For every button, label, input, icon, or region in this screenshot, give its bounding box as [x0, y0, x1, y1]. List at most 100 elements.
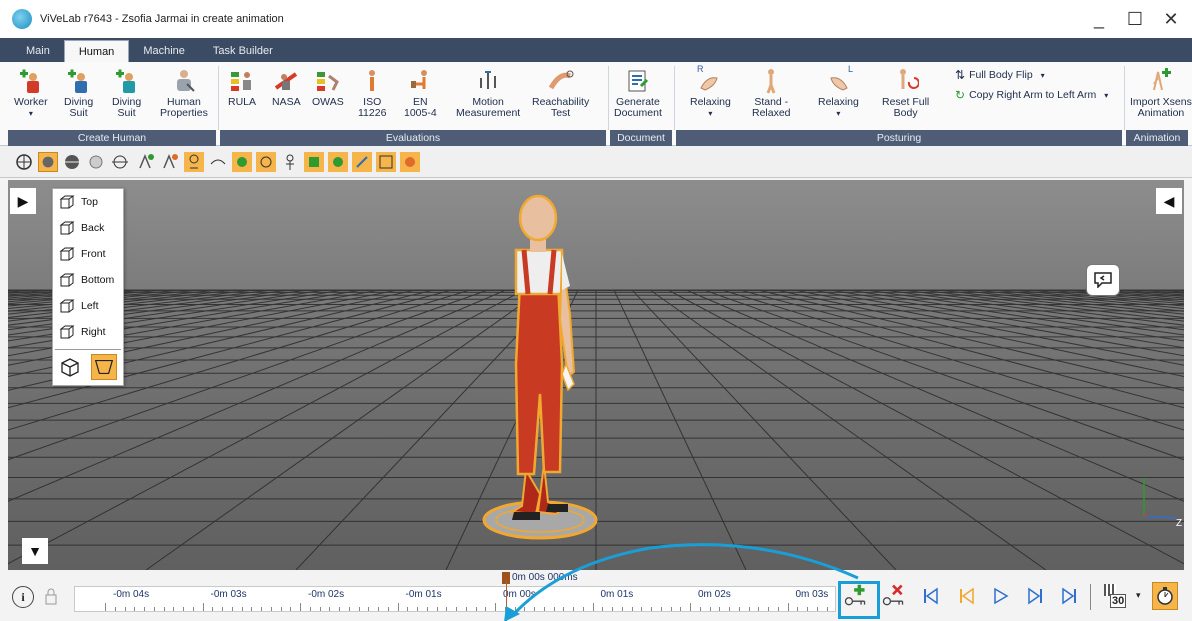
iso-button[interactable]: ISO 11226	[358, 68, 386, 119]
previous-key-button[interactable]	[954, 582, 980, 610]
perspective-cube-icon[interactable]	[59, 356, 81, 378]
ik-arm-icon[interactable]	[232, 152, 252, 172]
shaded-sphere-icon[interactable]	[38, 152, 58, 172]
ik-hands-icon[interactable]	[208, 152, 228, 172]
crosshair-icon[interactable]	[14, 152, 34, 172]
tick-minor	[446, 607, 448, 611]
stand-relaxed-button[interactable]: Stand - Relaxed	[752, 68, 791, 119]
human-properties-label: Human Properties	[160, 96, 208, 119]
stand-relaxed-label: Stand - Relaxed	[752, 96, 791, 119]
worker-button[interactable]: Worker ▾	[14, 68, 48, 119]
rula-label: RULA	[228, 96, 257, 108]
tick-minor	[251, 607, 253, 611]
relaxing-right-label: Relaxing	[690, 96, 731, 108]
relaxing-right-button[interactable]: Relaxing ▾	[690, 68, 731, 119]
go-to-end-button[interactable]	[1056, 582, 1082, 610]
minimize-button[interactable]: _	[1086, 6, 1112, 32]
expand-right-panel-button[interactable]: ◀	[1156, 188, 1182, 214]
tick-minor	[768, 607, 769, 611]
nasa-button[interactable]: NASA	[272, 68, 301, 108]
view-back-item[interactable]: Back	[53, 215, 123, 241]
delete-keyframe-button[interactable]	[880, 582, 906, 610]
rula-button[interactable]: RULA	[228, 68, 256, 108]
tick-minor	[436, 607, 438, 611]
next-key-button[interactable]	[1022, 582, 1048, 610]
wireframe-sphere-icon[interactable]	[62, 152, 82, 172]
axis-sphere-icon[interactable]	[110, 152, 130, 172]
tick-label: 0m 00s	[503, 589, 536, 600]
select-body-icon[interactable]	[136, 152, 156, 172]
diving-suit-2-button[interactable]: Diving Suit	[112, 68, 141, 119]
copy-arm-command[interactable]: ↻ Copy Right Arm to Left Arm ▾	[955, 88, 1108, 102]
maximize-button[interactable]: ☐	[1122, 6, 1148, 32]
fps-dropdown-arrow[interactable]: ▾	[1136, 590, 1141, 601]
human-model[interactable]	[478, 194, 608, 544]
3d-viewport[interactable]: ▶ ◀ ▼ Top Back Front Bottom Left Right Z	[8, 180, 1184, 570]
tick-minor	[621, 607, 623, 611]
tick-minor	[387, 607, 389, 611]
view-front-item[interactable]: Front	[53, 241, 123, 267]
worker-label: Worker	[14, 96, 48, 108]
tab-human[interactable]: Human	[63, 40, 130, 62]
tick-minor	[631, 607, 633, 611]
owas-button[interactable]: OWAS	[312, 68, 344, 108]
tick-minor	[231, 607, 233, 611]
ik-right-icon[interactable]	[328, 152, 348, 172]
tick-minor	[183, 607, 184, 611]
import-xsens-button[interactable]: Import Xsens Animation	[1130, 68, 1192, 119]
relaxing-left-button[interactable]: Relaxing ▾	[818, 68, 859, 119]
en-button[interactable]: EN 1005-4	[404, 68, 437, 119]
info-icon[interactable]: i	[12, 586, 34, 608]
tick-label: -0m 03s	[210, 589, 247, 600]
timeline-bar: i -0m 04s -0m 03s -0m 02s -0m 01s 0m 00s 0m 0…	[0, 572, 1192, 621]
motion-measurement-button[interactable]: Motion Measurement	[456, 68, 520, 119]
cube-back-icon	[59, 221, 75, 235]
ik-feet-icon[interactable]	[352, 152, 372, 172]
timeline-ruler[interactable]: -0m 04s -0m 03s -0m 02s -0m 01s 0m 00s 0m 01s…	[74, 586, 836, 612]
comment-button[interactable]	[1086, 264, 1120, 296]
tick-minor	[173, 607, 175, 611]
frame-rate-button[interactable]: 30	[1100, 582, 1132, 610]
view-bottom-item[interactable]: Bottom	[53, 267, 123, 293]
ik-floor-icon[interactable]	[400, 152, 420, 172]
motion-measurement-label: Motion Measurement	[456, 96, 521, 119]
rula-icon	[231, 72, 251, 91]
go-to-start-button[interactable]	[918, 582, 944, 610]
ik-legs-icon[interactable]	[256, 152, 276, 172]
tab-machine[interactable]: Machine	[129, 40, 199, 62]
tick-minor	[534, 607, 535, 611]
reset-full-body-button[interactable]: Reset Full Body	[882, 68, 929, 119]
tab-task-builder[interactable]: Task Builder	[199, 40, 287, 62]
tick-minor	[826, 607, 828, 611]
tick-minor	[660, 607, 662, 611]
tab-main[interactable]: Main	[12, 40, 64, 62]
ik-full-icon[interactable]	[376, 152, 396, 172]
pose-body-icon[interactable]	[160, 152, 180, 172]
auto-key-button[interactable]	[1152, 582, 1178, 610]
play-button[interactable]	[988, 582, 1014, 610]
ik-left-icon[interactable]	[304, 152, 324, 172]
generate-document-button[interactable]: Generate Document	[614, 68, 662, 119]
view-top-item[interactable]: Top	[53, 189, 123, 215]
expand-left-panel-button[interactable]: ▶	[10, 188, 36, 214]
expand-timeline-button[interactable]: ▼	[22, 538, 48, 564]
tick-minor	[748, 607, 750, 611]
solid-sphere-icon[interactable]	[86, 152, 106, 172]
ik-spine-icon[interactable]	[280, 152, 300, 172]
reachability-button[interactable]: Reachability Test	[532, 68, 589, 119]
group-create-human: Create Human	[8, 130, 216, 146]
full-body-flip-command[interactable]: ⇅ Full Body Flip ▾	[955, 68, 1045, 82]
view-right-item[interactable]: Right	[53, 319, 123, 345]
tick-label: -0m 02s	[308, 589, 345, 600]
tick-minor	[816, 607, 818, 611]
app-logo-icon	[12, 9, 32, 29]
orthographic-cube-icon[interactable]	[91, 354, 117, 380]
lock-icon[interactable]	[44, 586, 58, 606]
diving-suit-button[interactable]: Diving Suit	[64, 68, 93, 119]
tick-minor	[709, 607, 711, 611]
human-properties-button[interactable]: Human Properties	[160, 68, 208, 119]
view-left-item[interactable]: Left	[53, 293, 123, 319]
close-button[interactable]: ✕	[1158, 6, 1184, 32]
tick-minor	[543, 607, 545, 611]
ik-head-icon[interactable]	[184, 152, 204, 172]
